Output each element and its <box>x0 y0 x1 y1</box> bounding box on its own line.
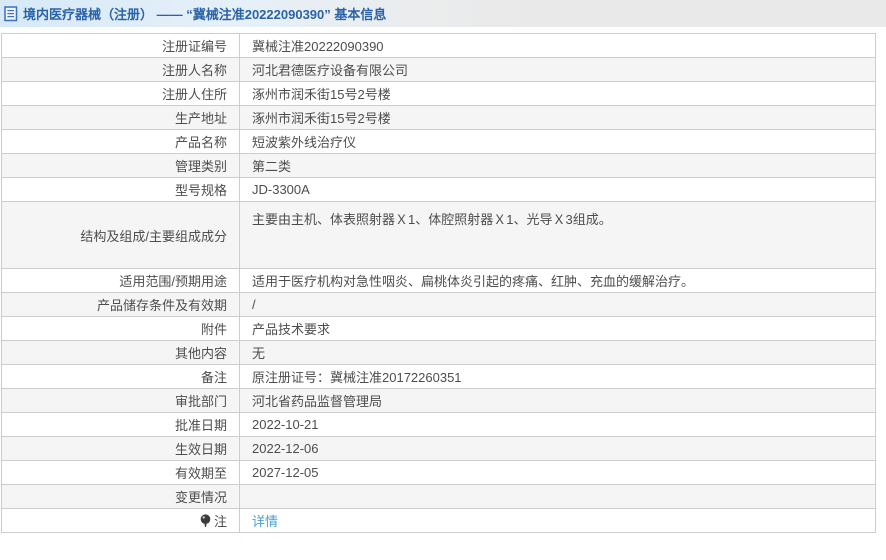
table-row-attachment: 附件 产品技术要求 <box>2 317 876 341</box>
table-row-approval-date: 批准日期 2022-10-21 <box>2 413 876 437</box>
row-value: 第二类 <box>240 154 876 178</box>
row-value: 涿州市润禾街15号2号楼 <box>240 106 876 130</box>
table-row-approval-department: 审批部门 河北省药品监督管理局 <box>2 389 876 413</box>
table-row-registrant-address: 注册人住所 涿州市润禾街15号2号楼 <box>2 82 876 106</box>
row-label: 产品储存条件及有效期 <box>2 293 240 317</box>
table-row-valid-until: 有效期至 2027-12-05 <box>2 461 876 485</box>
row-value: 河北君德医疗设备有限公司 <box>240 58 876 82</box>
row-value: 产品技术要求 <box>240 317 876 341</box>
table-row-production-address: 生产地址 涿州市润禾街15号2号楼 <box>2 106 876 130</box>
row-label: 产品名称 <box>2 130 240 154</box>
row-label: 生产地址 <box>2 106 240 130</box>
row-label: 备注 <box>2 365 240 389</box>
table-row-note: 注 详情 <box>2 509 876 533</box>
row-value: 原注册证号：冀械注准20172260351 <box>240 365 876 389</box>
row-label: 批准日期 <box>2 413 240 437</box>
row-value: 适用于医疗机构对急性咽炎、扁桃体炎引起的疼痛、红肿、充血的缓解治疗。 <box>240 269 876 293</box>
row-label: 有效期至 <box>2 461 240 485</box>
page: 境内医疗器械（注册） —— “冀械注准20222090390” 基本信息 注册证… <box>0 0 886 560</box>
row-label: 附件 <box>2 317 240 341</box>
row-label: 其他内容 <box>2 341 240 365</box>
table-row-reg-cert-no: 注册证编号 冀械注准20222090390 <box>2 34 876 58</box>
row-value <box>240 485 876 509</box>
row-label: 审批部门 <box>2 389 240 413</box>
row-label: 结构及组成/主要组成成分 <box>2 202 240 269</box>
table-row-product-name: 产品名称 短波紫外线治疗仪 <box>2 130 876 154</box>
row-value: 详情 <box>240 509 876 533</box>
row-value: / <box>240 293 876 317</box>
row-value: 涿州市润禾街15号2号楼 <box>240 82 876 106</box>
registration-info-table: 注册证编号 冀械注准20222090390 注册人名称 河北君德医疗设备有限公司… <box>1 33 876 533</box>
row-label: 注册人住所 <box>2 82 240 106</box>
note-label: 注 <box>214 514 227 529</box>
table-row-remarks: 备注 原注册证号：冀械注准20172260351 <box>2 365 876 389</box>
row-value: 2022-10-21 <box>240 413 876 437</box>
page-title: 境内医疗器械（注册） —— “冀械注准20222090390” 基本信息 <box>23 4 386 23</box>
row-label: 注 <box>2 509 240 533</box>
table-row-registrant-name: 注册人名称 河北君德医疗设备有限公司 <box>2 58 876 82</box>
table-row-management-class: 管理类别 第二类 <box>2 154 876 178</box>
row-label: 型号规格 <box>2 178 240 202</box>
table-row-other-content: 其他内容 无 <box>2 341 876 365</box>
note-bulb-icon <box>200 514 211 531</box>
row-value: 主要由主机、体表照射器Ｘ1、体腔照射器Ｘ1、光导Ｘ3组成。 <box>240 202 876 269</box>
row-label: 管理类别 <box>2 154 240 178</box>
table-row-model-spec: 型号规格 JD-3300A <box>2 178 876 202</box>
row-value: 短波紫外线治疗仪 <box>240 130 876 154</box>
details-link[interactable]: 详情 <box>252 514 278 529</box>
table-row-structure-composition: 结构及组成/主要组成成分 主要由主机、体表照射器Ｘ1、体腔照射器Ｘ1、光导Ｘ3组… <box>2 202 876 269</box>
row-value: 无 <box>240 341 876 365</box>
table-row-change-status: 变更情况 <box>2 485 876 509</box>
row-value: 2027-12-05 <box>240 461 876 485</box>
row-label: 注册证编号 <box>2 34 240 58</box>
table-row-effective-date: 生效日期 2022-12-06 <box>2 437 876 461</box>
title-bar: 境内医疗器械（注册） —— “冀械注准20222090390” 基本信息 <box>0 0 886 27</box>
row-label: 生效日期 <box>2 437 240 461</box>
row-label: 注册人名称 <box>2 58 240 82</box>
table-row-storage-conditions: 产品储存条件及有效期 / <box>2 293 876 317</box>
row-label: 变更情况 <box>2 485 240 509</box>
row-value: 河北省药品监督管理局 <box>240 389 876 413</box>
table-row-intended-use: 适用范围/预期用途 适用于医疗机构对急性咽炎、扁桃体炎引起的疼痛、红肿、充血的缓… <box>2 269 876 293</box>
document-icon <box>4 6 18 22</box>
row-value: 冀械注准20222090390 <box>240 34 876 58</box>
row-value: JD-3300A <box>240 178 876 202</box>
row-label: 适用范围/预期用途 <box>2 269 240 293</box>
row-value: 2022-12-06 <box>240 437 876 461</box>
